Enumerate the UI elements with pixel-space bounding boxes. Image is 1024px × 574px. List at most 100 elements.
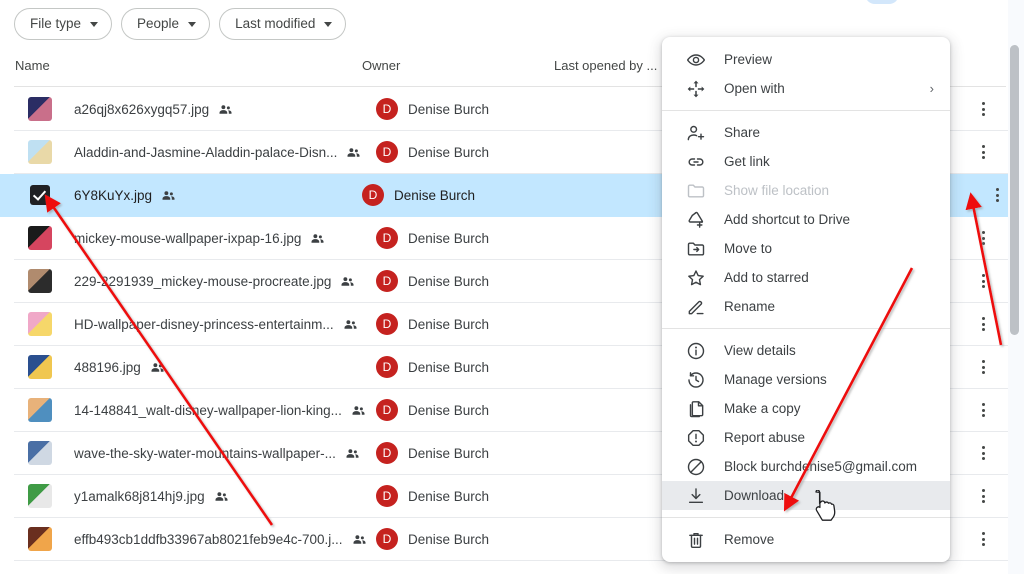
owner-name: Denise Burch: [408, 531, 490, 547]
column-header-name[interactable]: Name: [15, 58, 50, 73]
file-name: mickey-mouse-wallpaper-ixpap-16.jpg: [74, 230, 302, 246]
menu-item-report-abuse[interactable]: Report abuse: [662, 423, 950, 452]
row-more-actions-button[interactable]: [966, 479, 1000, 513]
file-name: wave-the-sky-water-mountains-wallpaper-.…: [74, 445, 336, 461]
file-name: 6Y8KuYx.jpg: [74, 187, 153, 203]
report-abuse-icon: [686, 428, 706, 448]
menu-item-label: Add shortcut to Drive: [724, 212, 851, 227]
owner-cell: D Denise Burch: [376, 399, 489, 421]
eye-icon: [686, 50, 706, 70]
vertical-scrollbar-thumb[interactable]: [1010, 45, 1019, 335]
menu-item-make-a-copy[interactable]: Make a copy: [662, 394, 950, 423]
chevron-right-icon: ›: [929, 81, 934, 96]
row-more-actions-button[interactable]: [966, 221, 1000, 255]
menu-item-add-shortcut-to-drive[interactable]: Add shortcut to Drive: [662, 205, 950, 234]
menu-item-block-burchdenise5-gmail-com[interactable]: Block burchdenise5@gmail.com: [662, 452, 950, 481]
file-name: Aladdin-and-Jasmine-Aladdin-palace-Disn.…: [74, 144, 338, 160]
file-name: 14-148841_walt-disney-wallpaper-lion-kin…: [74, 402, 342, 418]
owner-name: Denise Burch: [408, 144, 490, 160]
filter-chip-people[interactable]: People: [121, 7, 211, 40]
menu-item-remove[interactable]: Remove: [662, 525, 950, 554]
column-header-owner[interactable]: Owner: [362, 58, 400, 73]
vertical-scrollbar-track[interactable]: [1010, 40, 1019, 525]
avatar: D: [376, 442, 398, 464]
owner-name: Denise Burch: [408, 230, 490, 246]
row-more-actions-button[interactable]: [966, 393, 1000, 427]
shared-people-icon: [310, 231, 325, 246]
menu-item-add-to-starred[interactable]: Add to starred: [662, 263, 950, 292]
menu-item-label: Show file location: [724, 183, 830, 198]
owner-cell: D Denise Burch: [376, 141, 489, 163]
file-name: y1amalk68j814hj9.jpg: [74, 488, 205, 504]
menu-divider: [662, 328, 950, 329]
menu-divider: [662, 110, 950, 111]
avatar: D: [376, 399, 398, 421]
avatar: D: [376, 485, 398, 507]
shared-people-icon: [343, 317, 358, 332]
menu-item-label: Move to: [724, 241, 773, 256]
drive-file-list-screen: File type People Last modified Name Owner …: [0, 0, 1024, 574]
shared-people-icon: [218, 102, 233, 117]
menu-item-download[interactable]: Download: [662, 481, 950, 510]
owner-cell: D Denise Burch: [376, 270, 489, 292]
shared-people-icon: [150, 360, 165, 375]
row-more-actions-button[interactable]: [966, 92, 1000, 126]
owner-name: Denise Burch: [408, 101, 490, 117]
shared-people-icon: [345, 446, 360, 461]
menu-item-label: Open with: [724, 81, 785, 96]
avatar: D: [376, 141, 398, 163]
menu-divider: [662, 517, 950, 518]
filter-chip-bar: File type People Last modified: [0, 0, 347, 47]
shared-people-icon: [161, 188, 176, 203]
mouse-cursor-pointer: [815, 490, 836, 521]
menu-item-show-file-location: Show file location: [662, 176, 950, 205]
move-to-folder-icon: [686, 239, 706, 259]
owner-name: Denise Burch: [408, 488, 490, 504]
menu-item-view-details[interactable]: View details: [662, 336, 950, 365]
file-name: 229-2291939_mickey-mouse-procreate.jpg: [74, 273, 332, 289]
file-context-menu: Preview Open with › Share Get link Show file …: [662, 37, 950, 562]
row-more-actions-button[interactable]: [966, 350, 1000, 384]
star-icon: [686, 268, 706, 288]
filter-chip-file-type[interactable]: File type: [14, 7, 113, 40]
file-thumbnail: [28, 441, 52, 465]
menu-item-rename[interactable]: Rename: [662, 292, 950, 321]
owner-name: Denise Burch: [408, 273, 490, 289]
menu-item-move-to[interactable]: Move to: [662, 234, 950, 263]
owner-cell: D Denise Burch: [376, 528, 489, 550]
menu-item-label: Preview: [724, 52, 773, 67]
file-thumbnail: [28, 226, 52, 250]
menu-item-manage-versions[interactable]: Manage versions: [662, 365, 950, 394]
menu-item-preview[interactable]: Preview: [662, 45, 950, 74]
history-icon: [686, 370, 706, 390]
file-name: a26qj8x626xygq57.jpg: [74, 101, 210, 117]
row-more-actions-button[interactable]: [966, 264, 1000, 298]
owner-cell: D Denise Burch: [376, 313, 489, 335]
avatar: D: [362, 184, 384, 206]
block-icon: [686, 457, 706, 477]
menu-item-share[interactable]: Share: [662, 118, 950, 147]
menu-item-label: Remove: [724, 532, 775, 547]
chevron-down-icon: [188, 21, 197, 27]
menu-item-label: Share: [724, 125, 761, 140]
column-header-last-opened[interactable]: Last opened by ...: [554, 58, 657, 73]
person-add-icon: [686, 123, 706, 143]
filter-chip-last-modified[interactable]: Last modified: [219, 7, 347, 40]
menu-item-label: Get link: [724, 154, 770, 169]
open-with-icon: [686, 79, 706, 99]
row-more-actions-button[interactable]: [966, 307, 1000, 341]
row-more-actions-button[interactable]: [966, 522, 1000, 556]
row-more-actions-button[interactable]: [966, 436, 1000, 470]
row-more-actions-button[interactable]: [966, 135, 1000, 169]
menu-item-label: Rename: [724, 299, 776, 314]
row-checkbox-checked[interactable]: [30, 185, 50, 205]
menu-item-open-with[interactable]: Open with ›: [662, 74, 950, 103]
file-thumbnail: [28, 312, 52, 336]
filter-chip-label: Last modified: [235, 15, 316, 31]
menu-item-get-link[interactable]: Get link: [662, 147, 950, 176]
menu-item-label: Block burchdenise5@gmail.com: [724, 459, 918, 474]
menu-item-label: View details: [724, 343, 796, 358]
menu-item-label: Manage versions: [724, 372, 827, 387]
avatar: D: [376, 356, 398, 378]
file-thumbnail: [28, 140, 52, 164]
